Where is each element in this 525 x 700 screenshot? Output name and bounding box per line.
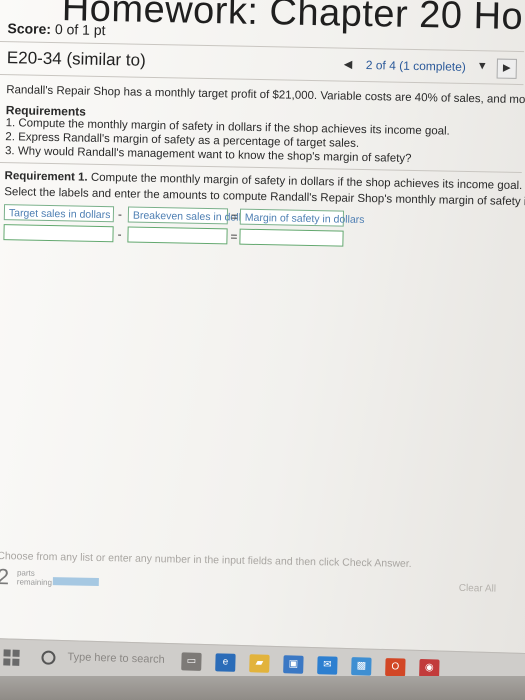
windows-start-icon[interactable] [3,649,20,666]
screen: Homework: Chapter 20 Homework Score: 0 o… [0,0,525,700]
screen-bezel [0,676,525,700]
parts-label: parts remaining [16,568,53,588]
margin-of-safety-input[interactable] [239,228,344,247]
taskbar-file-explorer-icon[interactable]: ▰ [249,654,270,673]
taskbar-browser-icon[interactable]: ◉ [419,659,440,678]
homework-title: Homework: Chapter 20 Homework [61,0,525,41]
taskbar-store-icon[interactable]: ▣ [283,655,304,674]
requirements-heading: Requirements [5,103,87,119]
taskbar-task-view-icon[interactable]: ▭ [181,652,202,671]
score: Score: 0 of 1 pt [7,20,105,38]
taskbar-photos-icon[interactable]: ▩ [351,657,372,676]
label-breakeven-sales-select[interactable]: Breakeven sales in dollars ▼ [127,206,266,225]
taskbar-mail-icon[interactable]: ✉ [317,656,338,675]
requirement-section-label: Requirement 1. [4,170,88,184]
parts-count: 2 [0,564,10,590]
breakeven-sales-input[interactable] [127,226,228,245]
parts-progress-bar [52,577,99,587]
minus-operator: - [117,207,123,222]
minus-operator: - [117,227,122,242]
parts-remaining: 2 parts remaining [0,564,117,594]
clear-all-button[interactable]: Clear All [459,583,496,595]
equals-operator: = [230,209,239,224]
previous-question-icon[interactable]: ◀ [344,58,353,71]
question-dropdown-icon[interactable]: ▼ [477,60,488,72]
margin-of-safety-formula: Target sales in dollars - Breakeven sale… [3,204,365,254]
question-navigator: ◀ 2 of 4 (1 complete) ▼ ▶ [344,56,524,79]
label-target-sales[interactable]: Target sales in dollars [3,204,115,223]
label-margin-of-safety[interactable]: Margin of safety in dollars [239,208,365,227]
taskbar-edge-icon[interactable]: e [215,653,236,672]
score-value: 0 of 1 pt [54,21,106,39]
next-question-button[interactable]: ▶ [496,58,517,79]
target-sales-input[interactable] [3,224,114,243]
question-progress[interactable]: 2 of 4 (1 complete) [366,58,466,74]
score-label: Score: [7,20,52,37]
problem-id: E20-34 (similar to) [6,48,146,70]
equals-operator: = [230,229,238,244]
taskbar-search-input[interactable]: Type here to search [67,651,165,666]
cortana-icon[interactable] [41,650,56,665]
taskbar-office-icon[interactable]: O [385,658,406,677]
page-content: Homework: Chapter 20 Homework Score: 0 o… [0,0,525,700]
